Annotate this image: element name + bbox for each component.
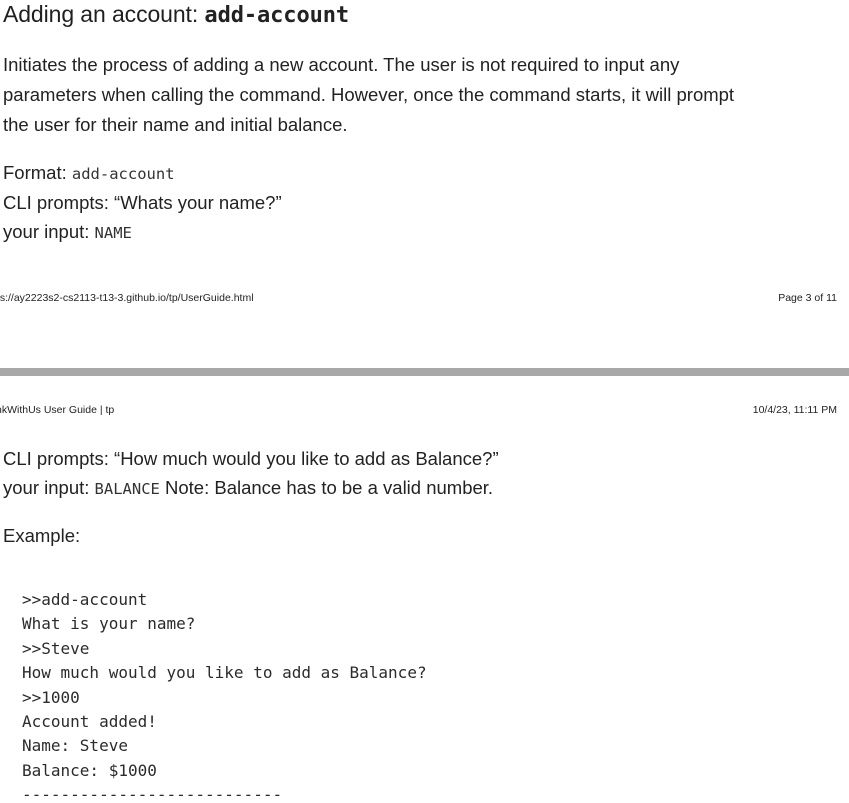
input-label: your input: [3,221,95,242]
code-line: --------------------------- [22,785,283,803]
format-line: Format: add-account [3,158,175,189]
input-line-balance: your input: BALANCE Note: Balance has to… [3,473,493,504]
print-footer-url: ps://ay2223s2-cs2113-t13-3.github.io/tp/… [0,292,254,304]
code-line: >>Steve [22,638,90,658]
print-footer-page-number: Page 3 of 11 [778,292,837,304]
intro-line-2: parameters when calling the command. How… [3,84,735,105]
section-heading: Adding an account: add-account [3,1,349,28]
print-header-title: nkWithUs User Guide | tp [0,404,115,416]
input-code-balance: BALANCE [94,480,160,498]
code-line: >>add-account [22,590,148,609]
code-line: Name: Steve [22,736,128,756]
page-separator [0,368,849,376]
input-line-name: your input: NAME [3,217,132,248]
heading-text: Adding an account: [3,1,205,27]
format-label: Format: [3,162,72,183]
print-header-date: 10/4/23, 11:11 PM [752,404,837,416]
input-code-name: NAME [94,224,132,242]
cli-prompt-name: CLI prompts: “Whats your name?” [3,192,282,213]
heading-command-code: add-account [204,3,350,28]
intro-line-1: Initiates the process of adding a new ac… [3,54,680,75]
cli-prompt-balance: CLI prompts: “How much would you like to… [3,448,499,469]
code-line: >>1000 [22,687,80,707]
document-page-3: Adding an account: add-account Initiates… [0,0,849,368]
intro-line-3: the user for their name and initial bala… [3,114,348,135]
balance-note: Note: Balance has to be a valid number. [159,477,494,498]
code-line: Account added! [22,712,157,732]
example-code-block: >>add-account What is your name? >>Steve… [22,588,427,803]
input-label: your input: [3,477,95,498]
document-page-4: nkWithUs User Guide | tp 10/4/23, 11:11 … [0,376,849,803]
code-line: What is your name? [22,614,196,634]
format-code: add-account [71,165,175,183]
code-line: Balance: $1000 [22,760,157,780]
code-line: How much would you like to add as Balanc… [22,663,427,683]
example-label: Example: [3,525,81,546]
